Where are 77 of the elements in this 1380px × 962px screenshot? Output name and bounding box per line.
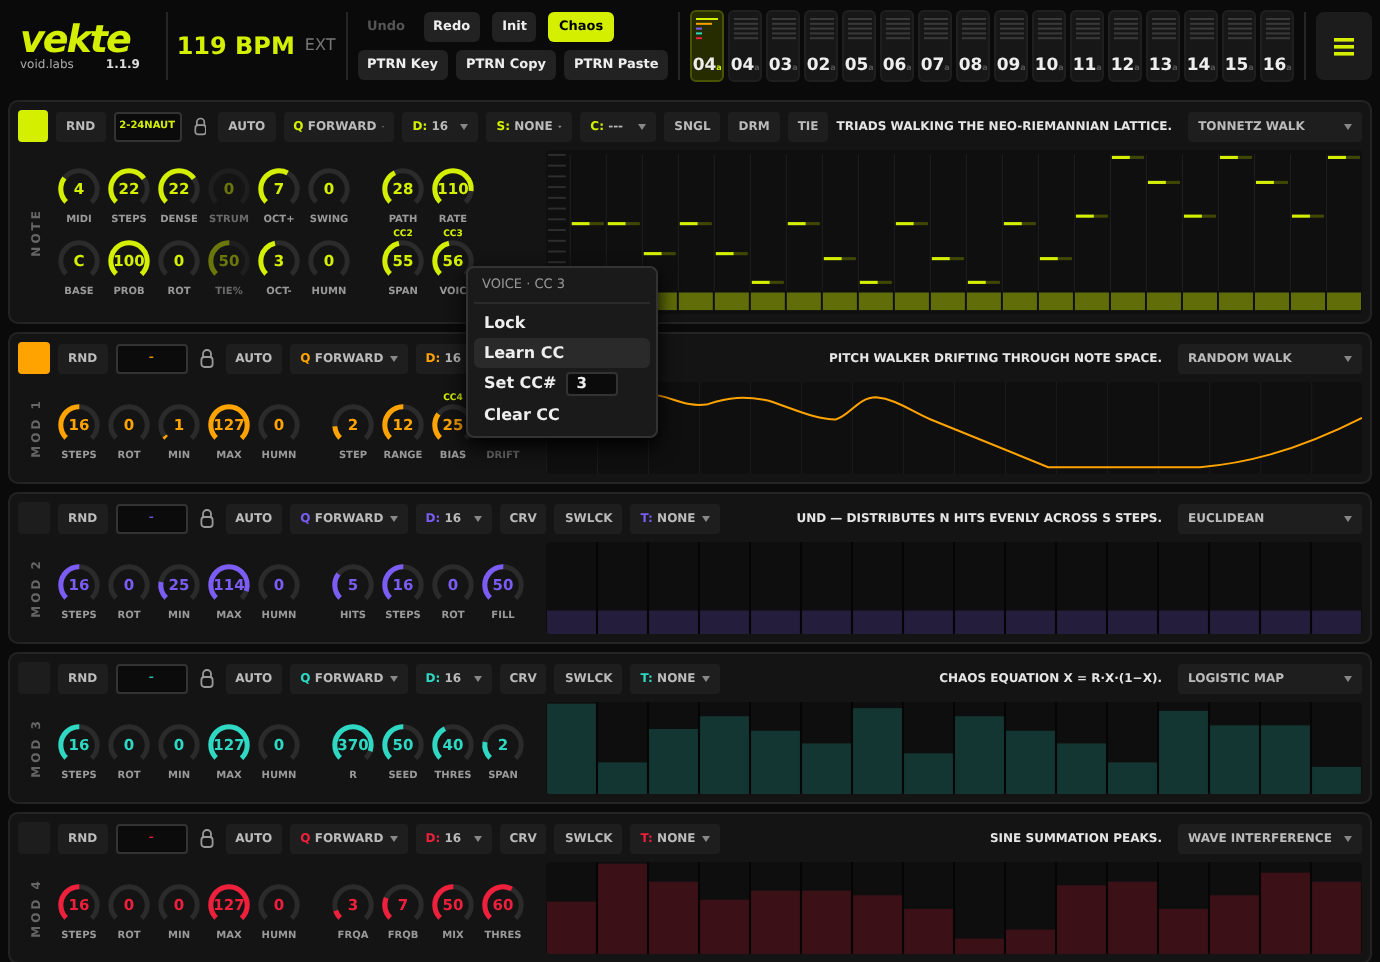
caret-icon [1344, 515, 1352, 521]
bar [751, 890, 800, 954]
pattern-preview-icon [999, 18, 1024, 42]
bar [1057, 610, 1106, 634]
pattern-preview-icon [695, 18, 720, 42]
pattern-preview-icon [809, 18, 834, 42]
menu-item[interactable]: Clear CC [474, 399, 650, 430]
bar [853, 895, 902, 954]
caret-icon [701, 675, 710, 681]
bar [1006, 730, 1055, 794]
pattern-preview-icon [1037, 18, 1062, 42]
caret-icon [1344, 675, 1352, 681]
menu-icon [1333, 37, 1354, 55]
bar [1261, 610, 1310, 634]
bar [1108, 610, 1157, 634]
pattern-preview-icon [733, 18, 758, 42]
caret-icon [389, 515, 398, 521]
bar [1159, 610, 1208, 634]
pattern-preview-icon [1151, 18, 1176, 42]
bar [700, 716, 749, 794]
lock-icon[interactable] [199, 668, 214, 688]
pattern-preview-icon [1189, 18, 1214, 42]
menu-button[interactable] [1315, 12, 1372, 80]
bar [955, 610, 1004, 634]
bar [802, 890, 851, 954]
bar [1210, 610, 1259, 634]
menu-item[interactable]: Lock [474, 307, 650, 338]
caret-icon [473, 515, 482, 521]
bar [1261, 872, 1310, 954]
caret-icon [460, 123, 469, 129]
caret-icon [701, 515, 710, 521]
caret-icon [473, 675, 482, 681]
bar [751, 610, 800, 634]
bar [751, 730, 800, 794]
pattern-preview-icon [1075, 18, 1100, 42]
lock-icon[interactable] [193, 116, 207, 136]
bar [598, 610, 647, 634]
bar [802, 610, 851, 634]
pattern-preview-icon [847, 18, 872, 42]
pattern-preview-icon [1113, 18, 1138, 42]
clock-source-label: EXT [304, 34, 336, 58]
bar [853, 610, 902, 634]
bar [700, 610, 749, 634]
tempo-readout: 119 BPM [176, 30, 295, 64]
pattern-preview-icon [961, 18, 986, 42]
pattern-preview-icon [771, 18, 796, 42]
bar [1312, 610, 1361, 634]
caret-icon [638, 123, 647, 129]
caret-icon [701, 835, 710, 841]
caret-icon [473, 835, 482, 841]
pattern-preview-icon [923, 18, 948, 42]
pattern-preview-icon [1265, 18, 1290, 42]
bar [1210, 895, 1259, 954]
bar [904, 610, 953, 634]
track-color-swatch[interactable] [18, 342, 50, 374]
caret-icon [1344, 835, 1352, 841]
lock-icon[interactable] [199, 348, 214, 368]
track-color-swatch[interactable] [18, 110, 49, 142]
bar [1006, 610, 1055, 634]
menu-item-label: Set CC# [484, 371, 557, 396]
caret-icon [389, 675, 398, 681]
bar [1210, 725, 1259, 794]
menu-item[interactable]: Learn CC [474, 337, 650, 368]
bar [700, 899, 749, 954]
lock-icon[interactable] [199, 828, 214, 848]
pattern-preview-icon [885, 18, 910, 42]
logo: vekte [20, 21, 131, 57]
lock-icon[interactable] [199, 508, 214, 528]
bar [649, 610, 698, 634]
bar [547, 610, 596, 634]
caret-icon [1344, 123, 1352, 129]
caret-icon [1344, 355, 1352, 361]
caret-icon [389, 835, 398, 841]
bar [1312, 881, 1361, 954]
bar [649, 881, 698, 954]
pattern-preview-icon [1227, 18, 1252, 42]
caret-icon [389, 355, 398, 361]
